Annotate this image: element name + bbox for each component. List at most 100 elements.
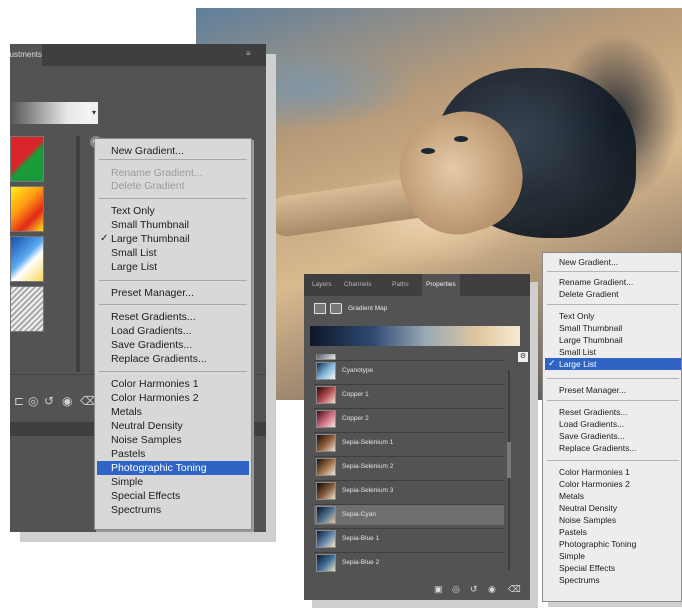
menu-item-reset-gradients[interactable]: Reset Gradients...	[111, 311, 196, 324]
menu-item-special-effects[interactable]: Special Effects	[111, 490, 180, 503]
list-item-sepia-selenium-3[interactable]: Sepia-Selenium 3	[314, 480, 504, 501]
menu-item-metals[interactable]: Metals	[111, 406, 142, 419]
menu-item-load-gradients[interactable]: Load Gradients...	[559, 419, 624, 430]
menu-item-color-harmonies-1[interactable]: Color Harmonies 1	[111, 378, 199, 391]
panel-tab[interactable]: Adjustments	[10, 44, 42, 66]
menu-item-small-list[interactable]: Small List	[559, 347, 596, 358]
menu-item-large-thumbnail[interactable]: Large Thumbnail	[111, 233, 190, 246]
menu-item-pastels[interactable]: Pastels	[111, 448, 145, 461]
menu-item-load-gradients[interactable]: Load Gradients...	[111, 325, 192, 338]
list-item-copper-2[interactable]: Copper 2	[314, 408, 504, 429]
menu-item-large-list[interactable]: Large List	[111, 261, 157, 274]
tab-properties[interactable]: Properties	[422, 274, 460, 296]
menu-item-neutral-density[interactable]: Neutral Density	[111, 420, 183, 433]
menu-item-spectrums[interactable]: Spectrums	[111, 504, 161, 517]
menu-item-photographic-toning[interactable]: Photographic Toning	[111, 462, 207, 475]
menu-separator	[99, 198, 247, 199]
gradient-preview-bar[interactable]	[10, 102, 92, 124]
menu-item-small-thumbnail[interactable]: Small Thumbnail	[111, 219, 189, 232]
gradient-name: Cyanotype	[342, 367, 374, 374]
reset-icon[interactable]: ↺	[470, 583, 478, 595]
tab-paths[interactable]: Paths	[392, 274, 409, 296]
list-item-sepia-blue-1[interactable]: Sepia-Blue 1	[314, 528, 504, 549]
menu-item-spectrums[interactable]: Spectrums	[559, 575, 600, 586]
gear-icon[interactable]: ⚙	[518, 352, 528, 362]
gradient-swatch[interactable]	[10, 136, 44, 182]
menu-item-large-thumbnail[interactable]: Large Thumbnail	[559, 335, 623, 346]
menu-item-small-thumbnail[interactable]: Small Thumbnail	[559, 323, 622, 334]
clip-to-layer-icon[interactable]: ▣	[434, 583, 443, 595]
menu-item-color-harmonies-2[interactable]: Color Harmonies 2	[559, 479, 630, 490]
menu-item-metals[interactable]: Metals	[559, 491, 584, 502]
menu-item-color-harmonies-2[interactable]: Color Harmonies 2	[111, 392, 199, 405]
tab-layers[interactable]: Layers	[312, 274, 332, 296]
menu-item-small-list[interactable]: Small List	[111, 247, 157, 260]
adjustment-layer-icon	[314, 303, 326, 314]
menu-item-save-gradients[interactable]: Save Gradients...	[559, 431, 625, 442]
menu-item-photographic-toning[interactable]: Photographic Toning	[559, 539, 636, 550]
view-previous-state-icon[interactable]: ◎	[452, 583, 460, 595]
checkmark-icon: ✓	[548, 358, 556, 368]
visibility-eye-icon[interactable]: ◉	[488, 583, 496, 595]
scrollbar-thumb[interactable]	[507, 442, 511, 478]
gradient-map-preview[interactable]	[310, 326, 520, 346]
menu-item-preset-manager[interactable]: Preset Manager...	[559, 385, 626, 396]
menu-item-rename-gradient[interactable]: Rename Gradient...	[559, 277, 633, 288]
menu-item-preset-manager[interactable]: Preset Manager...	[111, 287, 194, 300]
menu-item-neutral-density[interactable]: Neutral Density	[559, 503, 617, 514]
trash-icon[interactable]: ⌫	[508, 583, 521, 595]
gradient-thumbnail	[316, 506, 336, 524]
properties-header: Gradient Map	[304, 296, 530, 322]
list-item-sepia-selenium-2[interactable]: Sepia-Selenium 2	[314, 456, 504, 477]
properties-panel: Layers Channels Paths Properties Gradien…	[304, 274, 530, 600]
menu-item-new-gradient[interactable]: New Gradient...	[111, 145, 184, 158]
menu-item-reset-gradients[interactable]: Reset Gradients...	[559, 407, 628, 418]
menu-item-text-only[interactable]: Text Only	[111, 205, 155, 218]
gradient-list: Cyanotype Copper 1 Copper 2 Sepia-Selenium …	[314, 354, 504, 574]
menu-item-color-harmonies-1[interactable]: Color Harmonies 1	[559, 467, 630, 478]
collapse-icon[interactable]: ≡	[246, 50, 256, 58]
panel-footer: ▣ ◎ ↺ ◉ ⌫	[304, 580, 530, 600]
visibility-eye-icon[interactable]: ◉	[62, 394, 72, 408]
panel-tab-bar: Layers Channels Paths Properties	[304, 274, 530, 296]
menu-item-replace-gradients[interactable]: Replace Gradients...	[559, 443, 636, 454]
menu-item-simple[interactable]: Simple	[559, 551, 585, 562]
list-item-sepia-selenium-1[interactable]: Sepia-Selenium 1	[314, 432, 504, 453]
menu-item-large-list[interactable]: Large List	[559, 359, 596, 370]
gradient-swatch[interactable]	[10, 186, 44, 232]
menu-item-new-gradient[interactable]: New Gradient...	[559, 257, 618, 268]
clip-to-layer-icon[interactable]: ⊏	[14, 394, 24, 408]
gradient-swatch[interactable]	[10, 236, 44, 282]
menu-item-special-effects[interactable]: Special Effects	[559, 563, 615, 574]
reset-icon[interactable]: ↺	[44, 394, 54, 408]
list-item-sepia-cyan[interactable]: Sepia-Cyan	[314, 504, 504, 525]
gradient-name: Sepia-Blue 2	[342, 559, 380, 566]
menu-item-delete-gradient[interactable]: Delete Gradient	[559, 289, 619, 300]
menu-item-replace-gradients[interactable]: Replace Gradients...	[111, 353, 207, 366]
gradient-thumbnail	[316, 530, 336, 548]
gradient-thumbnail	[316, 554, 336, 572]
menu-item-noise-samples[interactable]: Noise Samples	[111, 434, 182, 447]
list-item-copper-1[interactable]: Copper 1	[314, 384, 504, 405]
list-scrollbar[interactable]	[504, 354, 514, 576]
menu-separator	[99, 304, 247, 305]
menu-separator	[547, 400, 679, 401]
gradient-swatch[interactable]	[10, 286, 44, 332]
panel-tab-label: Adjustments	[10, 50, 42, 59]
gradient-thumbnail	[316, 458, 336, 476]
menu-separator	[99, 159, 247, 160]
menu-item-pastels[interactable]: Pastels	[559, 527, 587, 538]
menu-item-simple[interactable]: Simple	[111, 476, 143, 489]
menu-item-save-gradients[interactable]: Save Gradients...	[111, 339, 192, 352]
menu-separator	[547, 271, 679, 272]
gradient-options-menu-large-list: New Gradient... Rename Gradient... Delete …	[542, 252, 682, 602]
gradient-thumbnail	[316, 482, 336, 500]
list-item-sepia-blue-2[interactable]: Sepia-Blue 2	[314, 552, 504, 573]
view-previous-state-icon[interactable]: ◎	[28, 394, 38, 408]
tab-channels[interactable]: Channels	[344, 274, 371, 296]
list-item-cyanotype[interactable]: Cyanotype	[314, 360, 504, 381]
chevron-down-icon[interactable]: ▾	[90, 102, 98, 124]
menu-item-text-only[interactable]: Text Only	[559, 311, 594, 322]
swatch-scrollbar[interactable]	[76, 136, 80, 372]
menu-item-noise-samples[interactable]: Noise Samples	[559, 515, 616, 526]
